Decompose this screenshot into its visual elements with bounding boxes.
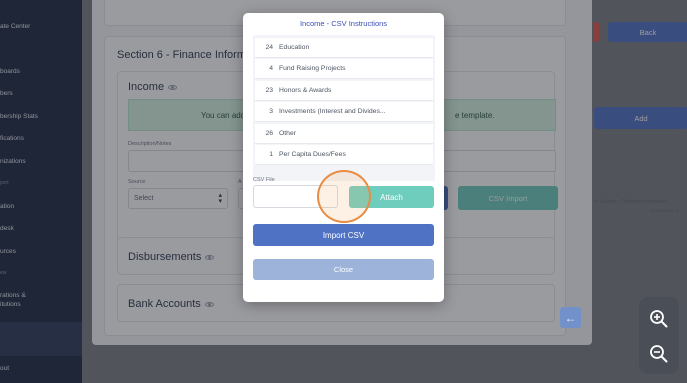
list-item-code: 3: [269, 108, 273, 115]
csv-file-label: CSV File: [253, 177, 275, 183]
list-item-code: 1: [269, 151, 273, 158]
list-item-code: 26: [265, 130, 273, 137]
csv-instructions-modal: Income - CSV Instructions 24 Education 4…: [243, 13, 444, 302]
zoom-controls: [639, 297, 679, 374]
list-item-label: Education: [279, 44, 310, 51]
zoom-in-icon: [650, 310, 668, 328]
list-item-label: Fund Raising Projects: [279, 65, 346, 72]
list-item: 23 Honors & Awards: [255, 81, 433, 101]
list-item-label: Honors & Awards: [279, 87, 332, 94]
import-csv-button[interactable]: Import CSV: [253, 224, 434, 246]
zoom-in-button[interactable]: [647, 307, 671, 331]
list-item-code: 23: [265, 87, 273, 94]
arrow-left-icon[interactable]: ←: [560, 307, 581, 328]
list-item-code: 4: [269, 65, 273, 72]
list-item-code: 24: [265, 44, 273, 51]
list-item: 26 Other: [255, 124, 433, 144]
list-item-label: Investments (Interest and Divides...: [279, 108, 386, 115]
zoom-out-icon: [650, 345, 668, 363]
zoom-out-button[interactable]: [647, 342, 671, 366]
click-indicator: [317, 170, 371, 223]
modal-title: Income - CSV Instructions: [299, 19, 388, 28]
list-item: 3 Investments (Interest and Divides...: [255, 102, 433, 122]
close-button[interactable]: Close: [253, 259, 434, 280]
list-item-label: Other: [279, 130, 296, 137]
category-code-list[interactable]: 24 Education 4 Fund Raising Projects 23 …: [253, 35, 435, 181]
list-item: 1 Per Capita Dues/Fees: [255, 145, 433, 165]
list-item: 24 Education: [255, 38, 433, 58]
list-item: 4 Fund Raising Projects: [255, 59, 433, 79]
list-item-label: Per Capita Dues/Fees: [279, 151, 346, 158]
